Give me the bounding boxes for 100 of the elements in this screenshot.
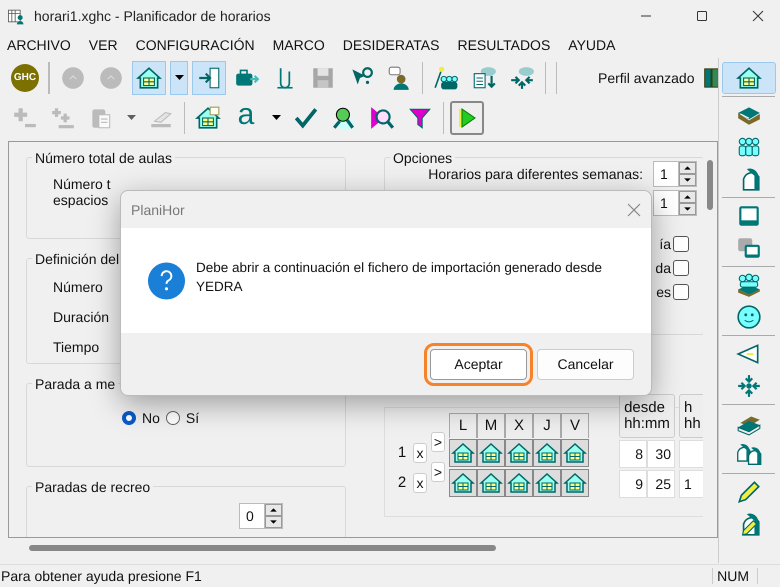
caret-icon	[272, 115, 280, 120]
time-cell: 30	[647, 440, 675, 468]
dialog-title: PlaniHor	[131, 202, 185, 218]
document-cloud-icon	[471, 64, 497, 91]
menu-item[interactable]: MARCO	[266, 37, 331, 54]
field-label: Duración	[53, 308, 110, 325]
field-label: espacios	[53, 192, 108, 208]
toolbar-button[interactable]	[170, 60, 188, 95]
checkbox[interactable]	[673, 284, 689, 300]
letter-a: a	[238, 100, 254, 130]
schedule-cell[interactable]	[449, 438, 477, 467]
schedule-cell[interactable]	[533, 438, 561, 467]
house-icon	[451, 440, 475, 465]
day-header: V	[561, 412, 589, 438]
schedule-cell[interactable]	[505, 468, 533, 497]
people-wand-icon	[433, 64, 459, 91]
group-title: Número total de aulas	[34, 150, 173, 166]
time-cell: 1	[679, 470, 703, 498]
schedule-cell[interactable]	[533, 468, 561, 497]
toolbar-button[interactable]: a	[229, 100, 263, 135]
scrollbar-thumb[interactable]	[29, 544, 496, 551]
magnifier-grid-icon	[331, 104, 357, 131]
remove-button[interactable]: x	[413, 472, 427, 493]
toolbar-button[interactable]	[132, 60, 166, 95]
day-header: J	[533, 412, 561, 438]
heads-icon	[736, 442, 762, 468]
house-hand-icon	[195, 104, 221, 131]
column-header: h hh	[679, 394, 703, 438]
schedule-cell[interactable]	[505, 438, 533, 467]
row-number: 2	[398, 474, 406, 492]
menu-item[interactable]: DESIDERATAS	[336, 37, 446, 54]
time-cell: 9	[619, 470, 647, 498]
arrows-inward-icon	[736, 372, 762, 399]
schedule-cell[interactable]	[477, 468, 505, 497]
house-icon	[563, 470, 587, 495]
menu-item[interactable]: VER	[82, 37, 124, 54]
day-header: M	[477, 412, 505, 438]
schedule-cell[interactable]	[477, 438, 505, 467]
dialog-message: Debe abrir a continuación el fichero de importación generado desde YEDRA	[196, 259, 604, 296]
toolbar-button[interactable]	[192, 60, 226, 95]
house-icon	[479, 470, 503, 495]
checkbox[interactable]	[673, 236, 689, 252]
smiley-icon	[736, 304, 762, 330]
disc-icon	[60, 64, 86, 91]
radio-label: No	[142, 410, 160, 426]
close-icon	[627, 202, 641, 216]
menu-item[interactable]: CONFIGURACIÓN	[130, 37, 261, 54]
schedule-cell[interactable]	[449, 468, 477, 497]
field-label: Número	[53, 278, 103, 295]
arrows-cloud-icon	[509, 64, 535, 91]
field-label: da	[655, 260, 671, 276]
group-title: Definición del	[34, 250, 120, 267]
menu-item[interactable]: ARCHIVO	[1, 37, 77, 54]
house-icon	[563, 440, 587, 465]
field-label: ía	[659, 236, 671, 252]
house-icon	[535, 440, 559, 465]
time-cell: 25	[647, 470, 675, 498]
schedule-cell[interactable]	[561, 438, 589, 467]
house-icon	[736, 64, 762, 91]
remove-button[interactable]: x	[413, 442, 427, 463]
checkbox[interactable]	[673, 260, 689, 276]
copy-button[interactable]: >	[431, 462, 445, 482]
radio-button[interactable]	[166, 410, 180, 425]
disc-icon	[98, 64, 124, 91]
dialog-button[interactable]: Cancelar	[537, 348, 634, 380]
spin-box[interactable]: 1	[653, 190, 697, 216]
profile-label: Perfil avanzado	[598, 70, 695, 86]
spin-box[interactable]: 1	[653, 161, 697, 188]
scrollbar-thumb[interactable]	[707, 160, 713, 210]
caret-icon	[174, 75, 184, 80]
question-icon	[147, 260, 186, 300]
schedule-cell[interactable]	[561, 468, 589, 497]
window-title: horari1.xghc - Planificador de horarios	[34, 8, 271, 24]
time-cell: 8	[619, 440, 647, 468]
sidebar-button[interactable]	[722, 62, 776, 94]
radio-button[interactable]	[122, 410, 136, 425]
column-header: desde hh:mm	[619, 394, 675, 438]
close-icon	[752, 10, 764, 22]
menu-item[interactable]: RESULTADOS	[451, 37, 556, 54]
house-icon	[451, 470, 475, 495]
people-book-icon	[736, 272, 762, 298]
house-icon	[507, 440, 531, 465]
status-message: Para obtener ayuda presione F1	[0, 568, 202, 584]
magnifier-icon	[369, 104, 395, 131]
day-header: X	[505, 412, 533, 438]
group-title: Paradas de recreo	[34, 478, 152, 495]
row-number: 1	[398, 444, 406, 462]
caret-icon	[126, 115, 136, 120]
field-label: Horarios para diferentes semanas:	[428, 166, 643, 182]
radio-label: Sí	[186, 410, 200, 426]
group-title: Parada a me	[34, 376, 116, 392]
menu-item[interactable]: AYUDA	[562, 37, 622, 54]
spin-box[interactable]: 0	[239, 502, 283, 529]
house-icon	[479, 440, 503, 465]
group-title: Opciones	[392, 150, 454, 166]
copy-button[interactable]: >	[431, 432, 445, 452]
day-header: L	[449, 412, 477, 438]
status-indicator: NUM	[712, 568, 758, 584]
house-icon	[136, 64, 162, 91]
pencil-icon	[736, 478, 762, 505]
